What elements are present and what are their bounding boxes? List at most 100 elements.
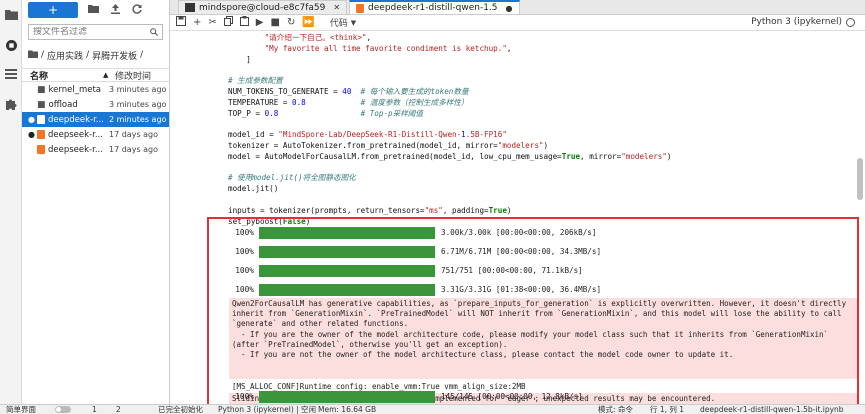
running-icon[interactable] <box>3 37 19 53</box>
search-icon <box>150 26 158 39</box>
kernel-name: Python 3 (ipykernel) <box>751 17 842 27</box>
tab-notebook[interactable]: deepdeek-r1-distill-qwen-1.5 ● <box>349 0 520 14</box>
extension-status: 已完全初始化 <box>158 405 203 414</box>
cursor-position[interactable]: 行 1, 列 1 <box>650 405 684 414</box>
folder-icon: ■ <box>37 99 46 110</box>
code-line: # 使用model.jit()将全图静态图化 <box>228 173 356 183</box>
list-item[interactable]: ● deepseek-r... 17 days ago <box>22 127 169 142</box>
column-modified-header[interactable]: 修改时间 <box>115 69 169 82</box>
file-modified: 3 minutes ago <box>109 100 167 109</box>
tab-terminal[interactable]: mindspore@cloud-e8c7fa59 ✕ <box>178 0 348 14</box>
list-icon[interactable] <box>3 66 19 82</box>
notebook-icon <box>356 3 365 13</box>
refresh-icon[interactable] <box>130 3 144 17</box>
progress-text: 3.31G/3.31G [01:38<00:00, 36.4MB/s] <box>441 285 602 294</box>
new-launcher-button[interactable]: + <box>28 2 78 18</box>
scrollbar-thumb[interactable] <box>857 158 863 200</box>
breadcrumb-sep: / <box>41 50 45 60</box>
tab-label: mindspore@cloud-e8c7fa59 <box>199 2 326 13</box>
code-line: "请介绍一下自己。<think>", <box>264 33 372 42</box>
notebook-icon <box>37 145 45 154</box>
stop-icon[interactable]: ■ <box>270 17 279 28</box>
folder-icon: ■ <box>37 84 46 95</box>
progress-text: 3.00k/3.00k [00:00<00:00, 206kB/s] <box>441 228 597 237</box>
breadcrumb-item[interactable]: 昇腾开发板 <box>92 49 137 62</box>
activity-bar <box>0 0 22 404</box>
file-filter-search[interactable] <box>28 24 163 40</box>
progress-bar <box>259 245 435 258</box>
copy-icon[interactable] <box>223 16 233 29</box>
puzzle-icon[interactable] <box>3 96 19 112</box>
cell-type-select[interactable]: 代码 ▼ <box>329 16 356 30</box>
code-line: "My favorite all time favorite condiment… <box>264 43 512 53</box>
simple-mode-toggle[interactable] <box>55 406 71 413</box>
progress-percent: 100% <box>235 266 254 275</box>
cell-type-value: 代码 <box>329 19 348 29</box>
code-line: ] <box>228 54 251 64</box>
new-folder-icon[interactable] <box>86 4 100 16</box>
code-line: TEMPERATURE = 0.8 # 温度参数（控制生成多样性） <box>228 97 469 107</box>
cut-icon[interactable]: ✂ <box>208 17 216 28</box>
kernel-indicator[interactable]: Python 3 (ipykernel) <box>751 17 855 27</box>
file-name: deepdeek-r... <box>48 114 104 125</box>
progress-bar <box>259 226 435 239</box>
close-icon[interactable]: ● <box>506 4 513 13</box>
close-icon[interactable]: ✕ <box>333 3 340 12</box>
progress-fill <box>259 226 435 239</box>
terminal-icon <box>185 3 195 12</box>
notebook-area: mindspore@cloud-e8c7fa59 ✕ deepdeek-r1-d… <box>170 0 865 407</box>
code-line: model.jit() <box>228 184 279 194</box>
restart-icon[interactable]: ↻ <box>287 17 295 28</box>
fast-forward-icon[interactable]: ⏩ <box>302 17 314 28</box>
notebook-icon <box>37 115 45 124</box>
memory-usage: Mem: 16.64 GB <box>318 405 377 414</box>
kernel-status[interactable]: Python 3 (ipykernel) | 空闲 <box>218 405 316 414</box>
progress-bar <box>259 283 435 296</box>
code-line: tokenizer = AutoTokenizer.from_pretraine… <box>228 140 549 150</box>
file-browser: + / 应用实践 / 昇腾开发板 / 名称 ▲ 修改时间 ■kernel_met… <box>22 0 170 404</box>
save-icon[interactable] <box>176 16 186 29</box>
list-item[interactable]: ■ kernel_meta 3 minutes ago <box>22 82 169 97</box>
list-item[interactable]: ■ offload 3 minutes ago <box>22 97 169 112</box>
list-item[interactable]: ● deepdeek-r... 2 minutes ago <box>22 112 169 127</box>
progress-text: 751/751 [00:00<00:00, 71.1kB/s] <box>441 266 583 275</box>
code-cell[interactable]: "请介绍一下自己。<think>", "My favorite all time… <box>228 33 848 227</box>
notebook-icon <box>37 130 45 139</box>
file-modified: 2 minutes ago <box>109 115 167 124</box>
running-dot-icon: ● <box>28 115 35 124</box>
kernel-count[interactable]: 2 <box>116 405 121 414</box>
column-name-header[interactable]: 名称 <box>22 69 103 82</box>
file-name-status: deepdeek-r1-distill-qwen-1.5b-it.ipynb <box>700 405 844 414</box>
progress-bar <box>259 264 435 277</box>
file-list-header: 名称 ▲ 修改时间 <box>22 68 169 82</box>
folder-icon[interactable] <box>3 6 19 22</box>
terminal-count[interactable]: 1 <box>92 405 97 414</box>
code-line: model_id = "MindSpore-Lab/DeepSeek-R1-Di… <box>228 130 507 140</box>
folder-icon[interactable] <box>28 50 38 61</box>
list-item[interactable]: deepseek-r... 17 days ago <box>22 142 169 157</box>
add-cell-icon[interactable]: + <box>193 17 201 28</box>
upload-icon[interactable] <box>108 3 122 17</box>
progress-text: 145/145 [00:00<00:00, 12.8kB/s] <box>441 392 583 401</box>
progress-text: 6.71M/6.71M [00:00<00:00, 34.3MB/s] <box>441 247 602 256</box>
code-line: NUM_TOKENS_TO_GENERATE = 40 # 每个输入要生成的to… <box>228 86 469 96</box>
progress-percent: 100% <box>235 247 254 256</box>
progress-fill <box>259 283 435 296</box>
progress-row: 100% 751/751 [00:00<00:00, 71.1kB/s] <box>209 263 583 278</box>
breadcrumb: / 应用实践 / 昇腾开发板 / <box>28 48 169 62</box>
run-icon[interactable]: ▶ <box>256 17 264 28</box>
stderr-warning: Qwen2ForCausalLM has generative capabili… <box>229 298 857 379</box>
breadcrumb-item[interactable]: 应用实践 <box>47 49 83 62</box>
file-modified: 17 days ago <box>109 130 159 139</box>
filter-input[interactable] <box>33 27 150 37</box>
progress-bar <box>259 390 435 403</box>
file-browser-toolbar: + <box>22 0 169 20</box>
paste-icon[interactable] <box>239 16 249 29</box>
progress-fill <box>259 245 435 258</box>
progress-row: 100% 145/145 [00:00<00:00, 12.8kB/s] <box>209 389 583 404</box>
file-name: offload <box>48 99 78 110</box>
progress-row: 100% 3.31G/3.31G [01:38<00:00, 36.4MB/s] <box>209 282 601 297</box>
